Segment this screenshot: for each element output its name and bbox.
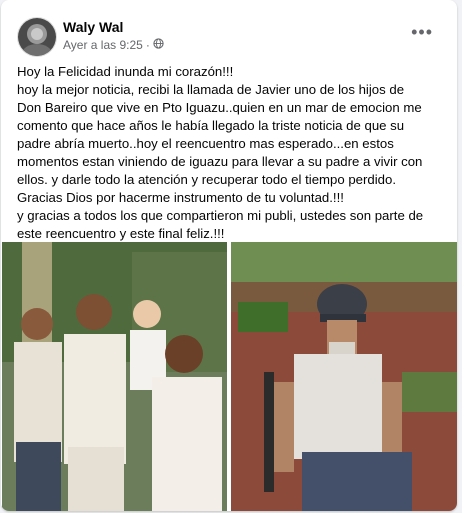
- post-text-line: y gracias a todos los que compartieron m…: [17, 208, 424, 223]
- photo-elderly-man[interactable]: [231, 242, 457, 511]
- post-text-line: ellos. y darle todo la atención y recupe…: [17, 172, 396, 187]
- author-name[interactable]: Waly Wal: [63, 19, 123, 35]
- post-text-line: hoy la mejor noticia, recibi la llamada …: [17, 82, 405, 97]
- post-text-line: padre abría muerto..hoy el reencuentro m…: [17, 136, 394, 151]
- post-text-line: este reencuentro y este final feliz.!!!: [17, 226, 225, 241]
- photo-family[interactable]: [2, 242, 227, 511]
- post-text-line: Don Bareiro que vive en Pto Iguazu..quie…: [17, 100, 422, 115]
- post-meta: Ayer a las 9:25 ·: [63, 38, 164, 52]
- photo-grid: [2, 242, 457, 511]
- post-text-line: comento que hace años le había llegado l…: [17, 118, 405, 133]
- post-text-line: Hoy la Felicidad inunda mi corazón!!!: [17, 64, 234, 79]
- post-card: Waly Wal Ayer a las 9:25 · ••• Hoy la Fe…: [1, 0, 457, 511]
- post-text: Hoy la Felicidad inunda mi corazón!!! ho…: [17, 63, 442, 243]
- meta-separator: ·: [145, 38, 150, 52]
- more-options-button[interactable]: •••: [411, 22, 433, 43]
- post-text-line: Gracias Dios por hacerme instrumento de …: [17, 190, 344, 205]
- post-timestamp[interactable]: Ayer a las 9:25: [63, 38, 143, 52]
- globe-icon: [153, 38, 164, 52]
- avatar[interactable]: [17, 17, 57, 57]
- post-text-line: momentos estan viniendo de iguazu para l…: [17, 154, 423, 169]
